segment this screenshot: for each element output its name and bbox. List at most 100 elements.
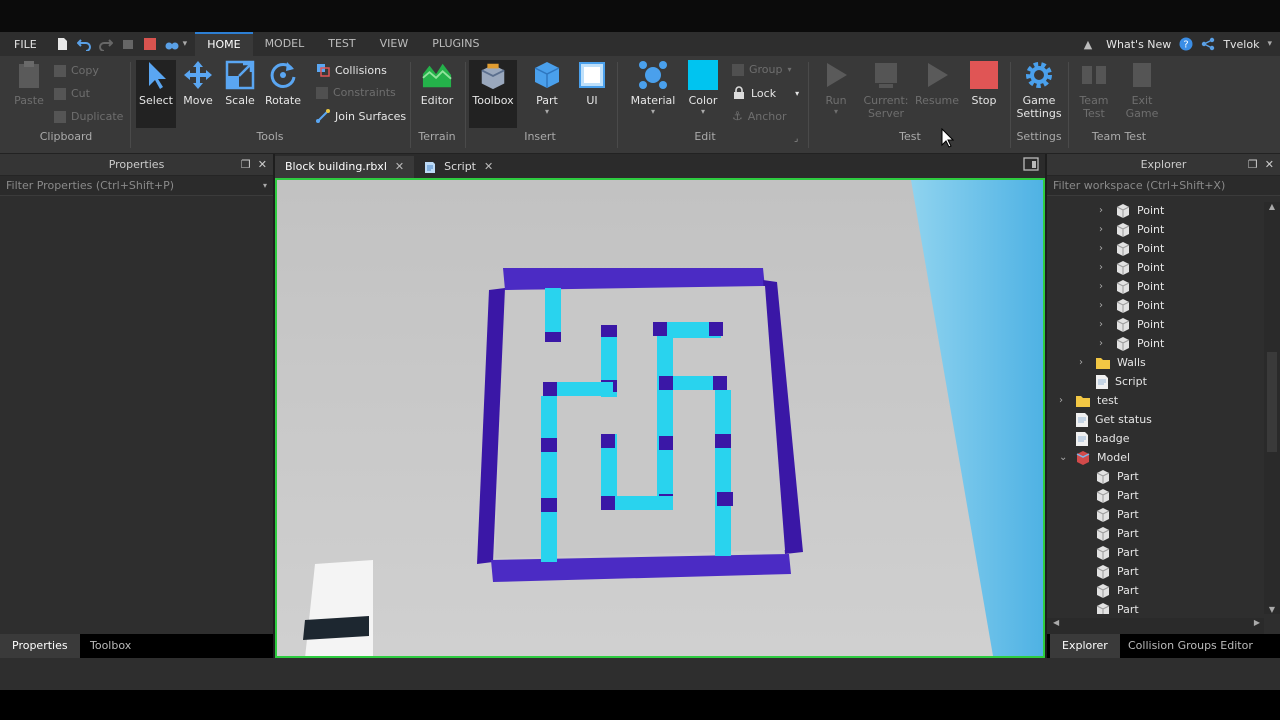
explorer-hscrollbar[interactable]: ◀ ▶ xyxy=(1047,618,1264,634)
explorer-item-part[interactable]: Part xyxy=(1079,543,1139,562)
anchor-button[interactable]: ⚓ Anchor xyxy=(732,109,787,123)
explorer-item-point[interactable]: › Point xyxy=(1099,220,1164,239)
terrain-editor-button[interactable]: Editor xyxy=(417,60,457,107)
explorer-item-point[interactable]: › Point xyxy=(1099,334,1164,353)
explorer-item-point[interactable]: › Point xyxy=(1099,201,1164,220)
binoculars-icon[interactable] xyxy=(165,37,179,51)
move-button[interactable]: Move xyxy=(180,60,216,107)
user-name[interactable]: Tvelok xyxy=(1223,38,1259,51)
publish-icon[interactable] xyxy=(121,37,135,51)
group-button[interactable]: Group ▾ xyxy=(732,63,792,76)
duplicate-button[interactable]: Duplicate xyxy=(54,110,123,123)
part-button[interactable]: Part ▾ xyxy=(527,60,567,116)
splitter[interactable] xyxy=(1045,154,1047,658)
tab-home[interactable]: HOME xyxy=(195,32,253,56)
explorer-item-point[interactable]: › Point xyxy=(1099,239,1164,258)
expand-arrow-icon[interactable]: › xyxy=(1099,300,1109,311)
team-test-button[interactable]: Team Test xyxy=(1074,60,1114,120)
redo-icon[interactable] xyxy=(98,37,113,51)
join-surfaces-toggle[interactable]: Join Surfaces xyxy=(316,109,406,123)
expand-arrow-icon[interactable]: › xyxy=(1059,395,1069,406)
ui-button[interactable]: UI xyxy=(574,60,610,107)
material-button[interactable]: Material ▾ xyxy=(628,60,678,116)
explorer-scrollbar[interactable]: ▲ ▼ xyxy=(1264,202,1280,614)
expand-arrow-icon[interactable]: › xyxy=(1099,243,1109,254)
toolbox-button[interactable]: Toolbox xyxy=(469,60,517,128)
close-icon[interactable]: ✕ xyxy=(484,156,493,178)
run-dropdown-icon[interactable]: ▾ xyxy=(814,107,858,116)
scroll-thumb[interactable] xyxy=(1267,352,1277,452)
explorer-item-part[interactable]: Part xyxy=(1079,581,1139,600)
whats-new-link[interactable]: What's New xyxy=(1106,38,1171,51)
bottom-tab-properties[interactable]: Properties xyxy=(0,634,80,658)
exit-game-button[interactable]: Exit Game xyxy=(1122,60,1162,120)
lock-button[interactable]: Lock ▾ xyxy=(732,86,799,100)
tab-test[interactable]: TEST xyxy=(316,32,367,56)
explorer-item-part[interactable]: Part xyxy=(1079,562,1139,581)
close-icon[interactable]: ✕ xyxy=(258,158,267,171)
tab-block-building[interactable]: Block building.rbxl ✕ xyxy=(275,156,415,178)
tab-plugins[interactable]: PLUGINS xyxy=(420,32,491,56)
explorer-item-part[interactable]: Part xyxy=(1079,486,1139,505)
expand-arrow-icon[interactable]: › xyxy=(1099,281,1109,292)
paste-button[interactable]: Paste xyxy=(10,60,48,107)
expand-arrow-icon[interactable]: › xyxy=(1099,224,1109,235)
expand-arrow-icon[interactable]: ⌄ xyxy=(1059,452,1069,463)
expand-arrow-icon[interactable]: › xyxy=(1099,338,1109,349)
bottom-tab-collision-groups[interactable]: Collision Groups Editor xyxy=(1116,634,1265,658)
color-dropdown-icon[interactable]: ▾ xyxy=(684,107,722,116)
cut-button[interactable]: Cut xyxy=(54,87,90,100)
user-dropdown-icon[interactable]: ▾ xyxy=(1267,39,1272,49)
run-button[interactable]: Run ▾ xyxy=(814,60,858,116)
edit-expand-icon[interactable]: ⌟ xyxy=(794,134,798,144)
scroll-left-icon[interactable]: ◀ xyxy=(1053,618,1059,627)
tab-script[interactable]: Script ✕ xyxy=(414,156,503,178)
new-file-icon[interactable] xyxy=(55,37,69,51)
explorer-filter-input[interactable]: Filter workspace (Ctrl+Shift+X) xyxy=(1047,176,1280,196)
close-icon[interactable]: ✕ xyxy=(395,156,404,178)
scroll-up-icon[interactable]: ▲ xyxy=(1264,202,1280,211)
3d-viewport[interactable] xyxy=(275,178,1045,658)
device-emulator-icon[interactable] xyxy=(1023,156,1039,175)
copy-button[interactable]: Copy xyxy=(54,64,99,77)
explorer-item-point[interactable]: › Point xyxy=(1099,277,1164,296)
scale-button[interactable]: Scale xyxy=(222,60,258,107)
explorer-item-model[interactable]: ⌄ Model xyxy=(1059,448,1130,467)
undock-icon[interactable]: ❐ xyxy=(241,158,251,171)
explorer-item-script[interactable]: Script xyxy=(1079,372,1147,391)
bottom-tab-explorer[interactable]: Explorer xyxy=(1050,634,1120,658)
close-icon[interactable]: ✕ xyxy=(1265,158,1274,171)
explorer-item-part[interactable]: Part xyxy=(1079,467,1139,486)
lock-dropdown-icon[interactable]: ▾ xyxy=(795,89,799,98)
explorer-item-walls[interactable]: › Walls xyxy=(1079,353,1146,372)
explorer-item-badge[interactable]: badge xyxy=(1059,429,1129,448)
collisions-toggle[interactable]: Collisions xyxy=(316,63,387,77)
stop-quick-icon[interactable] xyxy=(143,37,157,51)
tab-view[interactable]: VIEW xyxy=(368,32,421,56)
select-button[interactable]: Select xyxy=(136,60,176,128)
current-server-button[interactable]: Current: Server xyxy=(862,60,910,120)
explorer-item-part[interactable]: Part xyxy=(1079,600,1139,614)
tab-model[interactable]: MODEL xyxy=(253,32,317,56)
part-dropdown-icon[interactable]: ▾ xyxy=(527,107,567,116)
resume-button[interactable]: Resume xyxy=(914,60,960,107)
scroll-right-icon[interactable]: ▶ xyxy=(1254,618,1260,627)
share-icon[interactable] xyxy=(1201,37,1215,51)
expand-arrow-icon[interactable]: › xyxy=(1099,205,1109,216)
stop-button[interactable]: Stop xyxy=(964,60,1004,107)
explorer-item-point[interactable]: › Point xyxy=(1099,296,1164,315)
explorer-item-point[interactable]: › Point xyxy=(1099,315,1164,334)
expand-arrow-icon[interactable]: › xyxy=(1099,319,1109,330)
collapse-ribbon-icon[interactable]: ▲ xyxy=(1084,38,1092,51)
expand-arrow-icon[interactable]: › xyxy=(1099,262,1109,273)
explorer-item-test[interactable]: › test xyxy=(1059,391,1118,410)
bottom-tab-toolbox[interactable]: Toolbox xyxy=(78,634,143,658)
material-dropdown-icon[interactable]: ▾ xyxy=(628,107,678,116)
explorer-item-point[interactable]: › Point xyxy=(1099,258,1164,277)
undock-icon[interactable]: ❐ xyxy=(1248,158,1258,171)
explorer-item-part[interactable]: Part xyxy=(1079,505,1139,524)
scroll-down-icon[interactable]: ▼ xyxy=(1264,605,1280,614)
explorer-item-get-status[interactable]: Get status xyxy=(1059,410,1152,429)
explorer-item-part[interactable]: Part xyxy=(1079,524,1139,543)
color-button[interactable]: Color ▾ xyxy=(684,60,722,116)
